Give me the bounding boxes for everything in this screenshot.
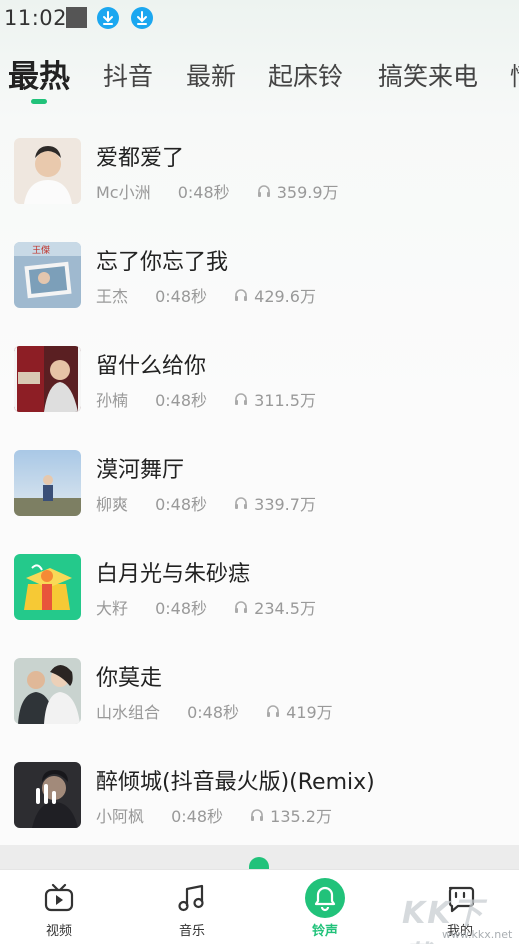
play-count: 359.9万 xyxy=(276,183,339,202)
list-item[interactable]: 留什么给你 孙楠 0:48秒 311.5万 xyxy=(0,332,519,436)
tab-wakeup[interactable]: 起床铃 xyxy=(268,52,343,102)
headphone-icon xyxy=(235,393,248,405)
play-count: 429.6万 xyxy=(254,287,316,306)
album-cover xyxy=(14,450,81,516)
nav-label: 视频 xyxy=(45,924,72,939)
song-title: 你莫走 xyxy=(96,666,163,691)
category-tabs: 最热 抖音 最新 起床铃 搞笑来电 情 xyxy=(0,52,519,112)
headphone-icon xyxy=(235,497,248,509)
notification-square-icon xyxy=(66,7,87,28)
list-item[interactable]: 白月光与朱砂痣 大籽 0:48秒 234.5万 xyxy=(0,540,519,644)
list-item[interactable]: 醉倾城(抖音最火版)(Remix) 小阿枫 0:48秒 135.2万 xyxy=(0,748,519,852)
download-icon xyxy=(131,7,153,29)
playing-icon xyxy=(36,784,56,804)
song-title: 留什么给你 xyxy=(96,354,207,379)
headphone-icon xyxy=(267,705,280,717)
music-note-icon xyxy=(178,884,204,912)
album-cover xyxy=(14,554,81,620)
download-icon xyxy=(97,7,119,29)
album-cover xyxy=(14,346,81,412)
song-title: 白月光与朱砂痣 xyxy=(96,562,251,587)
profile-icon xyxy=(448,886,475,913)
headphone-icon xyxy=(235,601,248,613)
play-count: 419万 xyxy=(286,703,333,722)
artist-name: 孙楠 xyxy=(96,391,129,410)
svg-text:王傑: 王傑 xyxy=(32,244,50,256)
song-meta: 小阿枫 0:48秒 135.2万 xyxy=(96,803,332,827)
song-title: 醉倾城(抖音最火版)(Remix) xyxy=(96,770,375,795)
video-icon xyxy=(44,883,74,912)
tab-hottest[interactable]: 最热 xyxy=(8,52,70,102)
list-item[interactable]: 爱都爱了 Mc小洲 0:48秒 359.9万 xyxy=(0,124,519,228)
list-item[interactable]: 王傑 忘了你忘了我 王杰 0:48秒 429.6万 xyxy=(0,228,519,332)
duration: 0:48秒 xyxy=(171,807,224,826)
song-meta: 王杰 0:48秒 429.6万 xyxy=(96,283,316,307)
tab-emotion[interactable]: 情 xyxy=(510,52,519,102)
song-title: 爱都爱了 xyxy=(96,146,185,171)
duration: 0:48秒 xyxy=(177,183,230,202)
play-count: 339.7万 xyxy=(254,495,316,514)
song-title: 忘了你忘了我 xyxy=(96,250,229,275)
duration: 0:48秒 xyxy=(155,495,208,514)
nav-music[interactable]: 音乐 xyxy=(142,870,242,944)
duration: 0:48秒 xyxy=(155,599,208,618)
nav-label: 我的 xyxy=(446,924,473,939)
album-cover xyxy=(14,658,81,724)
bottom-nav: 视频 音乐 铃声 我的 xyxy=(0,869,519,944)
play-count: 234.5万 xyxy=(254,599,316,618)
artist-name: 王杰 xyxy=(96,287,129,306)
play-count: 135.2万 xyxy=(270,807,332,826)
song-title: 漠河舞厅 xyxy=(96,458,185,483)
song-meta: 山水组合 0:48秒 419万 xyxy=(96,699,333,723)
song-meta: Mc小洲 0:48秒 359.9万 xyxy=(96,179,339,203)
song-meta: 柳爽 0:48秒 339.7万 xyxy=(96,491,316,515)
list-item[interactable]: 漠河舞厅 柳爽 0:48秒 339.7万 xyxy=(0,436,519,540)
status-bar: 11:02 xyxy=(0,0,519,36)
play-count: 311.5万 xyxy=(254,391,316,410)
headphone-icon xyxy=(235,289,248,301)
artist-name: 山水组合 xyxy=(96,703,161,722)
duration: 0:48秒 xyxy=(155,391,208,410)
artist-name: 小阿枫 xyxy=(96,807,145,826)
song-meta: 大籽 0:48秒 234.5万 xyxy=(96,595,316,619)
song-meta: 孙楠 0:48秒 311.5万 xyxy=(96,387,316,411)
tab-douyin[interactable]: 抖音 xyxy=(103,52,153,102)
nav-video[interactable]: 视频 xyxy=(9,870,109,944)
headphone-icon xyxy=(251,809,264,821)
duration: 0:48秒 xyxy=(155,287,208,306)
active-tab-indicator xyxy=(31,99,47,104)
artist-name: Mc小洲 xyxy=(96,183,151,202)
nav-profile[interactable]: 我的 xyxy=(410,870,510,944)
ringtone-page: 11:02 最热 抖音 最新 起床铃 搞笑来电 情 xyxy=(0,0,519,944)
nav-label: 音乐 xyxy=(178,924,205,939)
tab-funny-call[interactable]: 搞笑来电 xyxy=(378,52,478,102)
headphone-icon xyxy=(257,185,270,197)
list-item[interactable]: 你莫走 山水组合 0:48秒 419万 xyxy=(0,644,519,748)
album-cover xyxy=(14,138,81,204)
nav-label: 铃声 xyxy=(311,924,338,939)
bell-icon xyxy=(314,886,336,912)
artist-name: 柳爽 xyxy=(96,495,129,514)
status-time: 11:02 xyxy=(4,6,68,30)
album-cover: 王傑 xyxy=(14,242,81,308)
album-cover xyxy=(14,762,81,828)
nav-ringtone[interactable]: 铃声 xyxy=(275,870,375,944)
tab-newest[interactable]: 最新 xyxy=(186,52,236,102)
duration: 0:48秒 xyxy=(187,703,240,722)
artist-name: 大籽 xyxy=(96,599,129,618)
